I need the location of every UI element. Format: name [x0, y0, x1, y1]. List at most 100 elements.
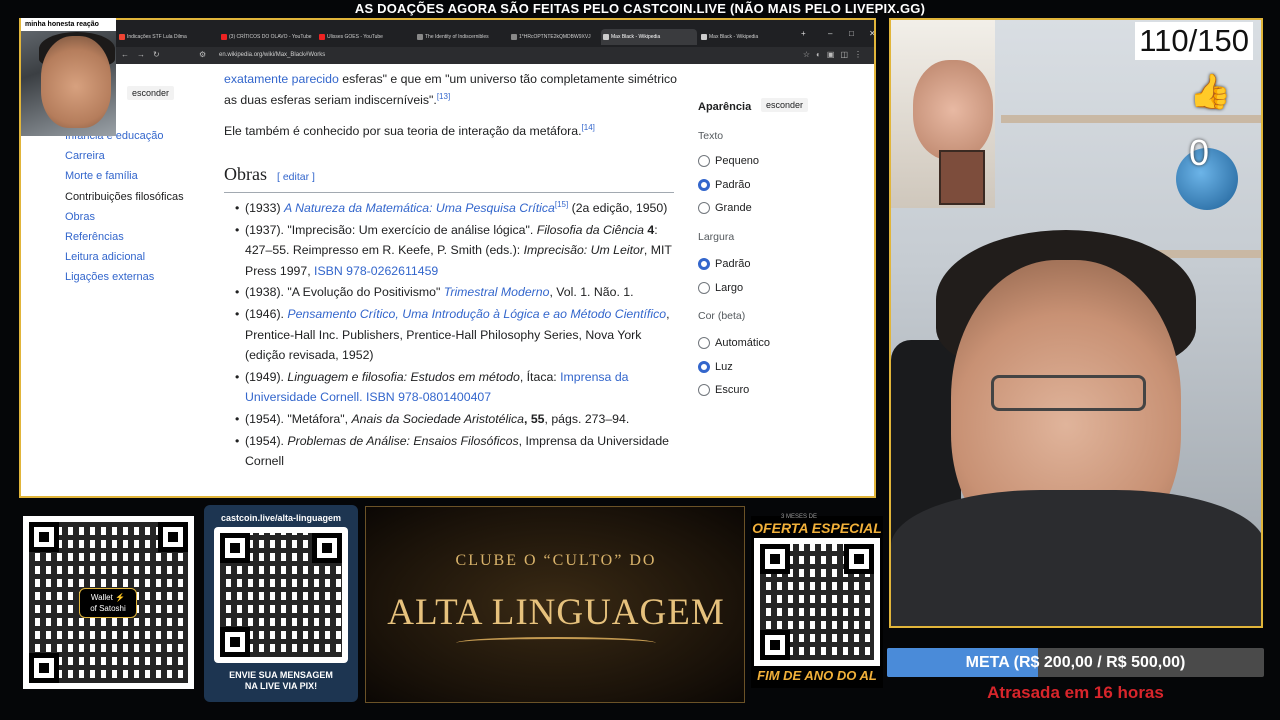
toc-item-obras[interactable]: Obras: [65, 211, 95, 223]
wallet-of-satoshi-logo: Wallet ⚡ of Satoshi: [79, 588, 137, 618]
forward-icon[interactable]: →: [137, 50, 145, 59]
work-text: (1954).: [245, 433, 288, 448]
reaction-webcam: minha honesta reação: [21, 18, 116, 136]
youtube-icon: [319, 34, 325, 40]
youtube-icon: [221, 34, 227, 40]
wikipedia-icon: [701, 34, 707, 40]
option-label: Grande: [715, 202, 752, 214]
wikipedia-page: esconder Infância e educação Carreira Mo…: [21, 64, 874, 496]
work-text: , págs. 273–94.: [544, 411, 630, 426]
donation-banner: AS DOAÇÕES AGORA SÃO FEITAS PELO CASTCOI…: [354, 1, 926, 16]
streamer-glasses: [991, 375, 1146, 411]
work-link[interactable]: Trimestral Moderno: [444, 285, 550, 299]
article-link[interactable]: exatamente parecido: [224, 72, 339, 86]
extension-icons[interactable]: ☆◐▣◫⋮: [803, 50, 868, 59]
browser-window: Indicações STF Lula Dilma (3) CRÍTICOS D…: [19, 18, 876, 498]
wikipedia-icon: [603, 34, 609, 40]
work-title: Linguagem e filosofia: Estudos em método: [287, 369, 520, 384]
toc-hide-button[interactable]: esconder: [127, 86, 175, 100]
text-group-label: Texto: [698, 130, 724, 142]
work-text: (1946).: [245, 306, 288, 321]
tab-bar: Indicações STF Lula Dilma (3) CRÍTICOS D…: [21, 20, 874, 47]
work-text: (2a edição, 1950): [568, 201, 668, 215]
section-title: Obras: [224, 164, 267, 184]
stream-overlay: AS DOAÇÕES AGORA SÃO FEITAS PELO CASTCOI…: [0, 0, 1280, 720]
address-bar: ← → ↻ ⚙ en.wikipedia.org/wiki/Max_Black#…: [21, 47, 874, 64]
text-option-padrao[interactable]: Padrão: [698, 178, 750, 192]
work-link[interactable]: Pensamento Crítico, Uma Introdução à Lóg…: [287, 307, 666, 321]
work-text: (1954). "Metáfora",: [245, 411, 352, 426]
isbn-link[interactable]: ISBN 978-0262611459: [314, 264, 438, 278]
option-label: Largo: [715, 282, 744, 294]
color-option-automatico[interactable]: Automático: [698, 336, 770, 350]
work-text: , Vol. 1. Não. 1.: [549, 285, 634, 300]
work-link[interactable]: A Natureza da Matemática: Uma Pesquisa C…: [284, 201, 555, 215]
width-group-label: Largura: [698, 231, 735, 243]
maximize-icon[interactable]: □: [849, 29, 854, 38]
toc-item-morte[interactable]: Morte e família: [65, 170, 138, 182]
text-option-pequeno[interactable]: Pequeno: [698, 154, 759, 168]
special-offer: 3 MESES DE OFERTA ESPECIAL FIM DE ANO DO…: [751, 514, 883, 688]
wallet-label: of Satoshi: [90, 604, 126, 613]
list-item: (1954). "Metáfora", Anais da Sociedade A…: [235, 409, 675, 430]
work-text: (1938). "A Evolução do Positivismo": [245, 285, 444, 300]
site-info-icon[interactable]: ⚙: [199, 50, 206, 59]
tab[interactable]: Indicações STF Lula Dilma: [117, 29, 217, 45]
option-label: Padrão: [715, 258, 751, 270]
radio-icon: [698, 384, 710, 396]
tab[interactable]: 1*HRcOPTNTE2kQMDBW9XVJ: [509, 29, 601, 45]
work-journal: Filosofia da Ciência: [536, 222, 644, 237]
radio-icon: [698, 282, 710, 294]
tab-favicon-icon: [119, 34, 125, 40]
reference-link[interactable]: [13]: [437, 92, 450, 101]
toc-item-ligacoes[interactable]: Ligações externas: [65, 271, 154, 283]
webcam-label: minha honesta reação: [21, 18, 116, 31]
works-list: (1933) A Natureza da Matemática: Uma Pes…: [235, 198, 675, 473]
qr-finder: [760, 544, 790, 574]
lightning-icon: ⚡: [115, 593, 126, 602]
back-icon[interactable]: ←: [121, 50, 129, 59]
text-option-grande[interactable]: Grande: [698, 201, 752, 215]
reference-link[interactable]: [14]: [582, 123, 595, 132]
url-field[interactable]: en.wikipedia.org/wiki/Max_Black#Works: [211, 49, 325, 62]
toc-item-leitura[interactable]: Leitura adicional: [65, 251, 145, 263]
offer-qr-code: [754, 538, 880, 666]
reload-icon[interactable]: ↻: [153, 50, 160, 59]
list-item: (1937). "Imprecisão: Um exercício de aná…: [235, 220, 675, 282]
tab-active[interactable]: Max Black - Wikipedia: [601, 29, 697, 45]
tab-label: (3) CRÍTICOS DO OLAVO - YouTube: [229, 34, 312, 40]
club-subtitle: CLUBE O “CULTO” DO: [455, 552, 657, 569]
width-option-padrao[interactable]: Padrão: [698, 257, 750, 271]
close-icon[interactable]: ✕: [869, 29, 874, 38]
edit-section-link[interactable]: [ editar ]: [277, 171, 315, 183]
tab[interactable]: Ulisses GOES - YouTube: [317, 29, 413, 45]
toc-item-carreira[interactable]: Carreira: [65, 150, 105, 162]
tab-label: Ulisses GOES - YouTube: [327, 34, 383, 40]
tab[interactable]: (3) CRÍTICOS DO OLAVO - YouTube: [219, 29, 315, 45]
width-option-largo[interactable]: Largo: [698, 281, 743, 295]
work-volume: , 55: [523, 411, 545, 426]
toc-item-contribuicoes[interactable]: Contribuições filosóficas: [65, 191, 184, 203]
work-volume: 4: [644, 222, 655, 237]
streamer-shirt: [891, 490, 1261, 626]
work-text: (1937). "Imprecisão: Um exercício de aná…: [245, 222, 537, 237]
castcoin-message-line: NA LIVE VIA PIX!: [244, 681, 318, 691]
color-option-escuro[interactable]: Escuro: [698, 383, 749, 397]
option-label: Padrão: [715, 179, 751, 191]
toc-item-referencias[interactable]: Referências: [65, 231, 124, 243]
color-option-luz[interactable]: Luz: [698, 360, 733, 374]
list-item: (1938). "A Evolução do Positivismo" Trim…: [235, 282, 675, 303]
goal-late-text: Atrasada em 16 horas: [987, 683, 1164, 702]
minimize-icon[interactable]: –: [828, 29, 832, 38]
offer-title: OFERTA ESPECIAL: [752, 520, 882, 536]
list-item: (1933) A Natureza da Matemática: Uma Pes…: [235, 198, 675, 219]
list-item: (1949). Linguagem e filosofia: Estudos e…: [235, 367, 675, 408]
reference-link[interactable]: [15]: [555, 200, 568, 209]
new-tab-icon[interactable]: +: [801, 29, 806, 38]
paragraph-text: Ele também é conhecido por sua teoria de…: [224, 124, 582, 138]
qr-finder: [158, 522, 188, 552]
tab[interactable]: The Identity of Indiscernibles: [415, 29, 511, 45]
appearance-hide-button[interactable]: esconder: [761, 98, 809, 112]
castcoin-qr-code: [214, 527, 348, 663]
tab[interactable]: Max Black - Wikipedia: [699, 29, 795, 45]
